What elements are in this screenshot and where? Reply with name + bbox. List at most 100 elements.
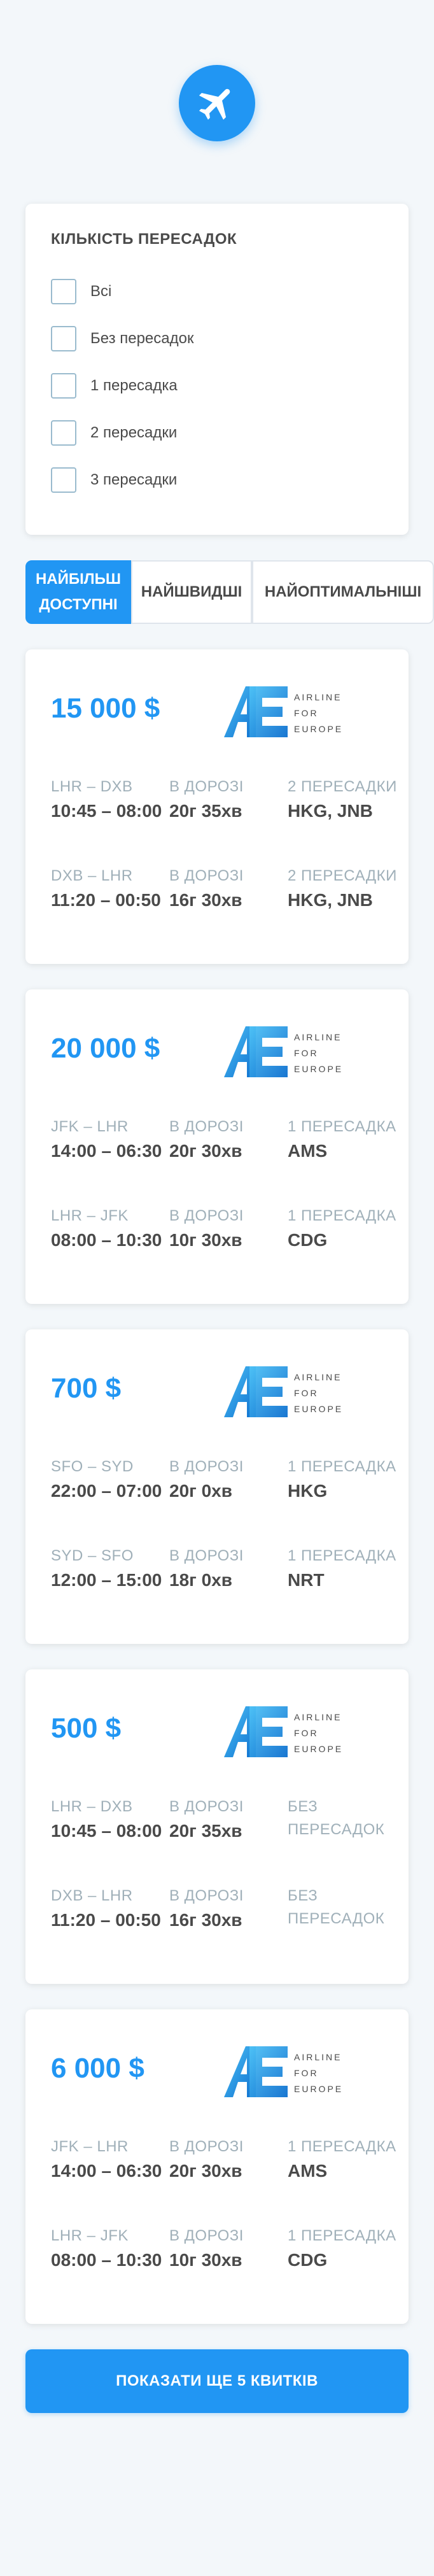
stops-value: AMS — [288, 2161, 328, 2181]
flight-times: 14:00 – 06:30 — [51, 2161, 162, 2181]
route-label: JFK – LHR — [51, 1118, 129, 1135]
route-label: JFK – LHR — [51, 2138, 129, 2155]
ticket-card[interactable]: 500 $ AIRLINE FOR EUROPE LHR – DXB 10:45 – 08… — [25, 1669, 409, 1984]
tab-optimal[interactable]: Найоптимальніші — [252, 560, 434, 624]
filter-option-label: Всі — [90, 283, 112, 300]
segment-duration-col: В дорозі 20г 35хв — [169, 1795, 284, 1844]
filter-option[interactable]: 2 пересадки — [51, 407, 383, 458]
stops-value: CDG — [288, 1230, 328, 1250]
route-label: DXB – LHR — [51, 1887, 133, 1904]
airline-logo-mark: AIRLINE FOR EUROPE — [224, 2046, 343, 2097]
route-label: LHR – DXB — [51, 778, 133, 795]
airplane-icon-svg — [199, 88, 230, 120]
segment-stops-col: 1 пересадка CDG — [288, 2225, 402, 2273]
flight-segment: LHR – JFK 08:00 – 10:30 В дорозі 10г 30хв 1 … — [51, 1205, 396, 1281]
segment-stops-col: 1 пересадка AMS — [288, 2135, 402, 2184]
segment-route-col: JFK – LHR 14:00 – 06:30 — [51, 2135, 165, 2184]
checkbox[interactable] — [51, 467, 76, 493]
segment-route-col: JFK – LHR 14:00 – 06:30 — [51, 1115, 165, 1164]
show-more-button[interactable]: Показати ще 5 квитків — [25, 2349, 409, 2413]
flight-segment: JFK – LHR 14:00 – 06:30 В дорозі 20г 30хв 1 … — [51, 1115, 396, 1192]
checkbox[interactable] — [51, 420, 76, 446]
ticket-price: 20 000 $ — [51, 1033, 160, 1064]
filter-option[interactable]: 1 пересадка — [51, 360, 383, 411]
segment-route-col: LHR – JFK 08:00 – 10:30 — [51, 2225, 165, 2273]
ticket-price: 15 000 $ — [51, 693, 160, 724]
filter-option-label: 3 пересадки — [90, 471, 178, 488]
route-label: SYD – SFO — [51, 1547, 134, 1564]
route-label: LHR – DXB — [51, 1798, 133, 1815]
segment-stops-col: 1 пересадка HKG — [288, 1455, 402, 1504]
flight-times: 10:45 – 08:00 — [51, 1821, 162, 1841]
airline-word3: EUROPE — [294, 1744, 343, 1754]
airline-word1: AIRLINE — [294, 1372, 342, 1382]
sort-tabs: Найбільш доступні Найшвидші Найоптимальн… — [25, 560, 434, 624]
duration-label: В дорозі — [169, 1207, 244, 1224]
route-label: SFO – SYD — [51, 1458, 134, 1475]
segment-stops-col: Без пересадок — [288, 1795, 402, 1841]
stops-label: 1 пересадка — [288, 1547, 396, 1564]
segment-stops-col: 2 пересадки HKG, JNB — [288, 865, 402, 913]
segment-stops-col: 1 пересадка CDG — [288, 1205, 402, 1253]
airline-logo: AIRLINE FOR EUROPE — [224, 681, 383, 745]
tab-cheapest[interactable]: Найбільш доступні — [25, 560, 131, 624]
segment-route-col: SYD – SFO 12:00 – 15:00 — [51, 1545, 165, 1593]
checkbox[interactable] — [51, 373, 76, 399]
ticket-price: 6 000 $ — [51, 2053, 144, 2084]
segment-duration-col: В дорозі 16г 30хв — [169, 865, 284, 913]
duration-label: В дорозі — [169, 867, 244, 884]
segment-route-col: DXB – LHR 11:20 – 00:50 — [51, 1885, 165, 1933]
airline-word3: EUROPE — [294, 2084, 343, 2094]
filter-option[interactable]: Без пересадок — [51, 313, 383, 364]
flight-times: 10:45 – 08:00 — [51, 801, 162, 821]
stops-value: NRT — [288, 1570, 325, 1590]
ticket-card[interactable]: 700 $ AIRLINE FOR EUROPE SFO – SYD 22:00 – 07… — [25, 1329, 409, 1644]
stops-label: 2 пересадки — [288, 778, 397, 795]
flight-segment: LHR – DXB 10:45 – 08:00 В дорозі 20г 35хв 2 … — [51, 775, 396, 852]
stops-filter-panel: Кількість пересадок Всі Без пересадок 1 пе… — [25, 204, 409, 535]
flight-times: 14:00 – 06:30 — [51, 1141, 162, 1161]
stops-label: 1 пересадка — [288, 1118, 396, 1135]
ticket-card[interactable]: 15 000 $ AIRLINE FOR EUROPE LHR – DXB 10:45 –… — [25, 649, 409, 964]
stops-value: HKG — [288, 1481, 328, 1501]
segment-duration-col: В дорозі 20г 30хв — [169, 2135, 284, 2184]
ticket-card[interactable]: 20 000 $ AIRLINE FOR EUROPE JFK – LHR 14:00 –… — [25, 989, 409, 1304]
flight-segment: LHR – JFK 08:00 – 10:30 В дорозі 10г 30хв 1 … — [51, 2225, 396, 2301]
tab-fastest[interactable]: Найшвидші — [131, 560, 252, 624]
duration-label: В дорозі — [169, 2138, 244, 2155]
airplane-icon — [179, 65, 255, 141]
flight-segment: SFO – SYD 22:00 – 07:00 В дорозі 20г 0хв 1 п… — [51, 1455, 396, 1532]
segment-route-col: LHR – DXB 10:45 – 08:00 — [51, 775, 165, 824]
segment-route-col: LHR – JFK 08:00 – 10:30 — [51, 1205, 165, 1253]
airline-word2: FOR — [294, 1388, 319, 1398]
duration-value: 10г 30хв — [169, 2250, 242, 2270]
segment-route-col: DXB – LHR 11:20 – 00:50 — [51, 865, 165, 913]
airline-logo-mark: AIRLINE FOR EUROPE — [224, 686, 343, 737]
airline-word3: EUROPE — [294, 724, 343, 734]
checkbox[interactable] — [51, 326, 76, 351]
ticket-card[interactable]: 6 000 $ AIRLINE FOR EUROPE JFK – LHR 14:00 – … — [25, 2009, 409, 2324]
airline-logo: AIRLINE FOR EUROPE — [224, 1021, 383, 1085]
stops-label: 1 пересадка — [288, 1207, 396, 1224]
filter-option[interactable]: Всі — [51, 266, 383, 317]
airline-word3: EUROPE — [294, 1404, 343, 1414]
filter-option[interactable]: 3 пересадки — [51, 455, 383, 506]
airline-word1: AIRLINE — [294, 1032, 342, 1042]
airline-word1: AIRLINE — [294, 2052, 342, 2062]
duration-value: 16г 30хв — [169, 890, 242, 910]
stops-label: 2 пересадки — [288, 867, 397, 884]
airline-word1: AIRLINE — [294, 1712, 342, 1722]
duration-value: 20г 35хв — [169, 1821, 242, 1841]
stops-label: Без пересадок — [288, 1887, 385, 1927]
stops-value: AMS — [288, 1141, 328, 1161]
airline-logo: AIRLINE FOR EUROPE — [224, 1361, 383, 1425]
airline-logo-mark: AIRLINE FOR EUROPE — [224, 1026, 343, 1077]
checkbox[interactable] — [51, 279, 76, 304]
duration-label: В дорозі — [169, 2227, 244, 2244]
flight-times: 11:20 – 00:50 — [51, 890, 161, 910]
app-logo — [0, 65, 434, 141]
airline-logo-mark: AIRLINE FOR EUROPE — [224, 1706, 343, 1757]
airline-word3: EUROPE — [294, 1064, 343, 1074]
segment-stops-col: 1 пересадка AMS — [288, 1115, 402, 1164]
flight-times: 12:00 – 15:00 — [51, 1570, 162, 1590]
